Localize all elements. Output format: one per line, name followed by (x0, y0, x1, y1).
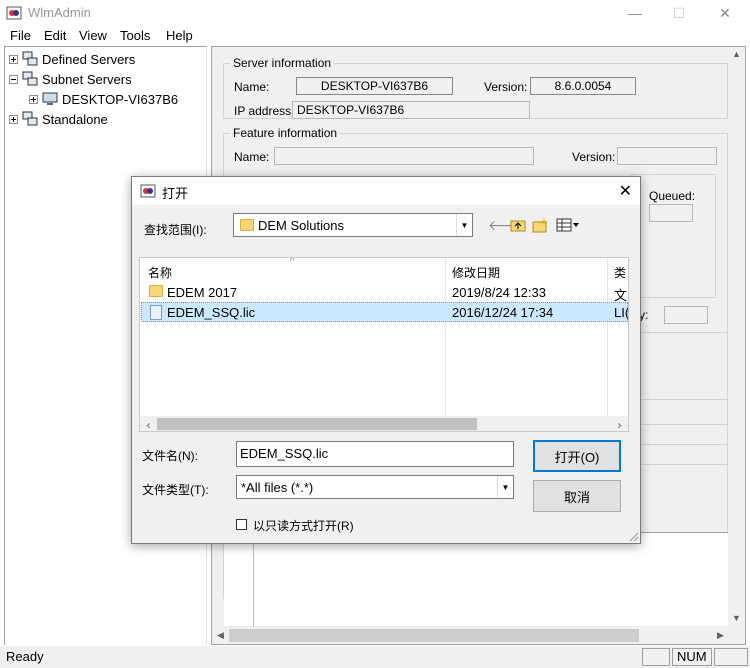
file-list: ^ 名称 修改日期 类 EDEM 2017 2019/8/24 12:33 文 … (139, 257, 629, 432)
tree-label: Subnet Servers (42, 71, 132, 87)
expand-icon[interactable] (29, 94, 38, 104)
queued-field (649, 204, 693, 222)
open-file-dialog: 打开 ✕ 查找范围(I): DEM Solutions ▼ 🡐 ^ 名称 修改日… (131, 176, 641, 544)
status-cell-empty (642, 648, 670, 666)
open-button[interactable]: 打开(O) (533, 440, 621, 472)
right-vertical-scrollbar[interactable]: ▲ ▼ (728, 47, 745, 627)
collapse-icon[interactable] (9, 74, 18, 84)
tree-item-defined-servers[interactable]: Defined Servers (9, 49, 135, 69)
file-name: EDEM 2017 (167, 285, 238, 300)
status-bar: Ready NUM (0, 646, 750, 668)
scroll-right-icon[interactable]: › (611, 418, 628, 431)
priority-field (664, 306, 708, 324)
filetype-label: 文件类型(T): (142, 483, 209, 497)
column-header-name[interactable]: 名称 (148, 264, 172, 281)
menu-help[interactable]: Help (166, 28, 193, 43)
dialog-title: 打开 (162, 186, 189, 201)
menu-tools[interactable]: Tools (120, 28, 150, 43)
menu-file[interactable]: File (10, 28, 31, 43)
lookin-label: 查找范围(I): (144, 223, 207, 237)
filetype-value: *All files (*.*) (241, 480, 314, 495)
menu-edit[interactable]: Edit (44, 28, 66, 43)
wlmadmin-app-icon (6, 6, 22, 20)
wlmadmin-app-icon (140, 184, 156, 198)
ip-field: DESKTOP-VI637B6 (292, 101, 530, 119)
filetype-select[interactable]: *All files (*.*) ▼ (236, 475, 514, 499)
server-version-label: Version: (484, 80, 528, 94)
resize-grip-icon[interactable] (627, 530, 639, 542)
scroll-thumb[interactable] (157, 418, 477, 430)
scroll-right-icon[interactable]: ▶ (712, 630, 729, 641)
scroll-thumb[interactable] (229, 629, 639, 642)
scroll-up-icon[interactable]: ▲ (728, 49, 745, 59)
view-menu-icon[interactable] (556, 217, 580, 233)
menu-bar: File Edit View Tools Help (0, 26, 750, 46)
group-title: Server information (230, 56, 335, 70)
feature-version-label: Version: (572, 150, 616, 164)
cancel-button[interactable]: 取消 (533, 480, 621, 512)
chevron-down-icon[interactable]: ▼ (456, 214, 472, 236)
list-item[interactable]: EDEM 2017 2019/8/24 12:33 文 (141, 282, 628, 303)
file-icon (150, 305, 162, 320)
feature-name-field (274, 147, 534, 165)
feature-name-label: Name: (234, 150, 270, 164)
readonly-label[interactable]: 以只读方式打开(R) (253, 517, 354, 534)
scroll-left-icon[interactable]: ◀ (212, 630, 229, 641)
folder-icon (149, 285, 163, 297)
log-area (224, 532, 729, 626)
menu-view[interactable]: View (79, 28, 107, 43)
filename-input[interactable]: EDEM_SSQ.lic (236, 441, 514, 467)
window-title: WlmAdmin (28, 5, 91, 20)
tree-item-desktop[interactable]: DESKTOP-VI637B6 (29, 89, 178, 109)
expand-icon[interactable] (9, 114, 18, 124)
chevron-down-icon[interactable]: ▼ (497, 476, 513, 498)
up-folder-icon[interactable] (510, 217, 526, 233)
column-header-modified[interactable]: 修改日期 (452, 264, 500, 281)
tree-item-subnet-servers[interactable]: Subnet Servers (9, 69, 132, 89)
new-folder-icon[interactable] (532, 217, 548, 233)
server-name-label: Name: (234, 80, 270, 94)
tree-label: DESKTOP-VI637B6 (62, 91, 179, 107)
tree-label: Standalone (42, 111, 108, 127)
group-title: Feature information (230, 126, 341, 140)
readonly-checkbox[interactable] (236, 519, 247, 530)
filename-label: 文件名(N): (142, 449, 198, 463)
close-button[interactable]: ✕ (702, 0, 748, 26)
file-date: 2019/8/24 12:33 (452, 285, 546, 300)
computer-icon (42, 92, 58, 105)
lookin-value: DEM Solutions (258, 218, 344, 233)
file-name: EDEM_SSQ.lic (167, 305, 256, 320)
expand-icon[interactable] (9, 54, 18, 64)
server-info-group: Server information Name: DESKTOP-VI637B6… (223, 56, 728, 119)
tree-item-standalone[interactable]: Standalone (9, 109, 108, 129)
list-item[interactable]: EDEM_SSQ.lic 2016/12/24 17:34 LI( (141, 302, 628, 322)
server-group-icon (22, 51, 38, 66)
tree-label: Defined Servers (42, 51, 136, 67)
right-horizontal-scrollbar[interactable]: ◀ ▶ (212, 627, 745, 644)
scroll-down-icon[interactable]: ▼ (728, 613, 745, 623)
server-version-field: 8.6.0.0054 (530, 77, 636, 95)
dialog-close-button[interactable]: ✕ (619, 181, 632, 201)
server-group-icon (22, 111, 38, 126)
maximize-button[interactable]: ☐ (656, 0, 702, 26)
feature-version-field (617, 147, 717, 165)
file-list-horizontal-scrollbar[interactable]: ‹ › (140, 416, 628, 431)
lookin-combo[interactable]: DEM Solutions ▼ (233, 213, 473, 237)
sort-up-icon: ^ (290, 257, 295, 267)
scroll-left-icon[interactable]: ‹ (140, 418, 157, 431)
file-type: LI( (614, 305, 629, 320)
status-text: Ready (6, 649, 44, 664)
column-header-type[interactable]: 类 (614, 264, 626, 281)
server-name-field: DESKTOP-VI637B6 (296, 77, 453, 95)
file-date: 2016/12/24 17:34 (452, 305, 554, 320)
dialog-title-bar: 打开 ✕ (132, 177, 640, 205)
status-num: NUM (672, 648, 712, 666)
ip-label: IP address: (234, 104, 295, 118)
status-cell-empty (714, 648, 748, 666)
queued-label: Queued: (649, 189, 696, 203)
server-group-icon (22, 71, 38, 86)
minimize-button[interactable]: — (612, 0, 658, 26)
title-bar: WlmAdmin — ☐ ✕ (0, 0, 750, 26)
folder-icon (240, 219, 254, 231)
